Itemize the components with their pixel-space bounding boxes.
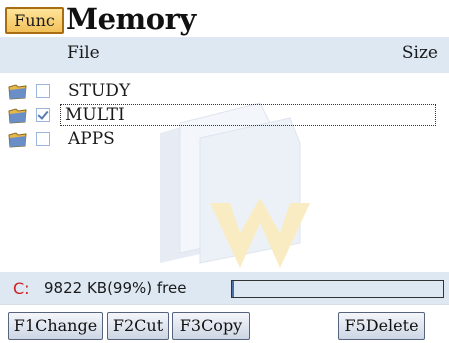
checkbox[interactable] xyxy=(36,84,50,98)
list-item[interactable]: STUDY xyxy=(8,80,436,102)
folder-icon xyxy=(8,132,27,148)
free-space-text: 9822 KB(99%) free xyxy=(44,279,187,297)
f5-delete-button[interactable]: F5Delete xyxy=(338,312,425,340)
f1-change-button[interactable]: F1Change xyxy=(8,312,103,340)
usage-bar-fill xyxy=(232,281,235,297)
list-item[interactable]: APPS xyxy=(8,128,436,150)
func-button[interactable]: Func xyxy=(5,7,64,34)
usage-bar xyxy=(231,280,444,298)
file-name: MULTI xyxy=(60,104,436,126)
file-list: STUDY MULTI APPS xyxy=(0,73,449,271)
page-title: Memory xyxy=(66,2,196,36)
f3-copy-button[interactable]: F3Copy xyxy=(172,312,250,340)
checkbox[interactable] xyxy=(36,132,50,146)
folder-icon xyxy=(8,108,27,124)
file-name: APPS xyxy=(68,129,115,149)
checkbox[interactable] xyxy=(36,108,50,122)
softkey-bar: F1Change F2Cut F3Copy F5Delete xyxy=(0,304,449,343)
file-name: STUDY xyxy=(68,81,131,101)
drive-label: C: xyxy=(13,279,30,298)
status-bar: C: 9822 KB(99%) free xyxy=(0,272,449,304)
list-item[interactable]: MULTI xyxy=(8,104,436,126)
folder-icon xyxy=(8,84,27,100)
column-header: File Size xyxy=(0,37,449,73)
column-file-label[interactable]: File xyxy=(67,43,100,63)
column-size-label[interactable]: Size xyxy=(402,43,438,63)
title-bar: Func Memory xyxy=(0,0,449,37)
f2-cut-button[interactable]: F2Cut xyxy=(107,312,169,340)
